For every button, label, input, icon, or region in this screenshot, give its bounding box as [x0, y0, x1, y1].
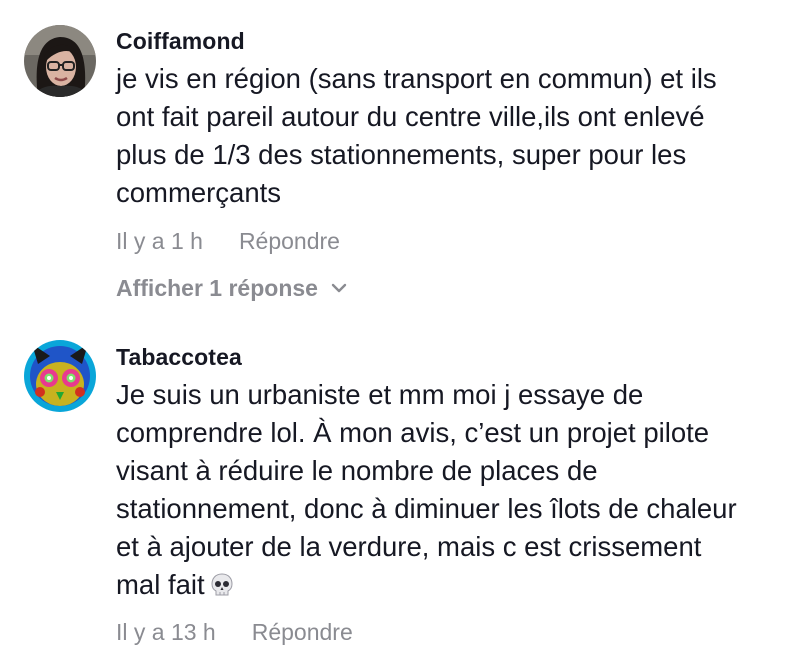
comment-username[interactable]: Tabaccotea — [116, 342, 796, 372]
avatar[interactable] — [24, 25, 96, 97]
skull-emoji-icon — [211, 573, 233, 596]
chevron-down-icon — [331, 283, 347, 293]
comment-text-body: Je suis un urbaniste et mm moi j essaye … — [116, 379, 737, 600]
comment-username[interactable]: Coiffamond — [116, 26, 796, 56]
comment-meta: Il y a 1 h Répondre — [116, 226, 340, 256]
comment-text: Je suis un urbaniste et mm moi j essaye … — [116, 376, 796, 604]
comment-timestamp: Il y a 13 h — [116, 619, 216, 645]
comment-text: je vis en région (sans transport en comm… — [116, 63, 717, 208]
comment-timestamp: Il y a 1 h — [116, 228, 203, 254]
avatar[interactable] — [24, 340, 96, 412]
reply-button[interactable]: Répondre — [252, 617, 353, 647]
comment-meta: Il y a 13 h Répondre — [116, 617, 353, 647]
woman-avatar-icon — [24, 25, 96, 97]
view-replies-label: Afficher 1 réponse — [116, 275, 318, 301]
reply-button[interactable]: Répondre — [239, 226, 340, 256]
view-replies-button[interactable]: Afficher 1 réponse — [116, 273, 348, 303]
pikachu-avatar-icon — [24, 340, 96, 412]
